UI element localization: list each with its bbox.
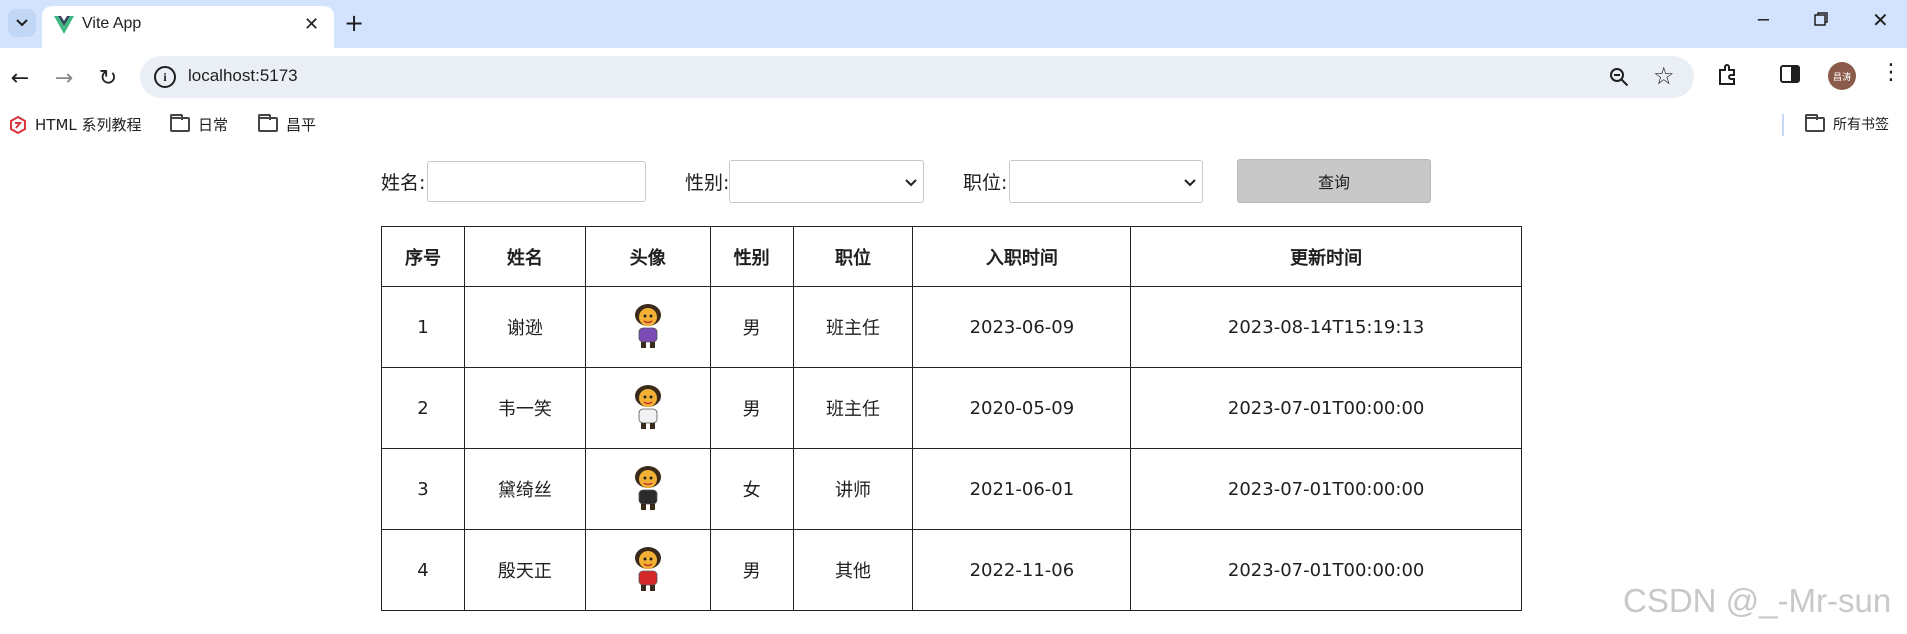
restore-window-icon[interactable] <box>1814 12 1828 26</box>
table-row: 1 谢逊 男班主任 2023-06-09 2023-08-14T15:19:13 <box>381 286 1522 368</box>
reload-button[interactable]: ↻ <box>94 64 122 92</box>
cell-update-time: 2023-07-01T00:00:00 <box>1130 448 1522 530</box>
chevron-down-icon <box>16 19 28 27</box>
name-label: 姓名: <box>381 172 426 194</box>
avatar-image <box>634 303 661 348</box>
tab-close-icon[interactable]: ✕ <box>304 14 319 35</box>
chevron-down-icon <box>905 179 917 187</box>
cell-position: 其他 <box>792 529 914 611</box>
folder-icon <box>170 114 190 132</box>
cell-id: 2 <box>381 367 465 449</box>
cell-update-time: 2023-07-01T00:00:00 <box>1130 367 1522 449</box>
table-header-row: 序号 姓名 头像 性别 职位 入职时间 更新时间 <box>381 226 1522 287</box>
table-row: 2 韦一笑 男班主任 2020-05-09 2023-07-01T00:00:00 <box>381 367 1522 449</box>
bookmarks-divider <box>1782 114 1784 136</box>
cell-gender: 男 <box>709 367 794 449</box>
gender-select[interactable] <box>729 160 924 203</box>
chevron-down-icon <box>1184 179 1196 187</box>
cell-avatar <box>584 448 711 530</box>
browser-tab[interactable]: Vite App ✕ <box>42 6 334 48</box>
forward-button[interactable]: → <box>50 64 78 92</box>
cell-avatar <box>584 286 711 368</box>
cell-entry-date: 2021-06-01 <box>912 448 1132 530</box>
extensions-icon[interactable] <box>1715 62 1741 88</box>
cell-gender: 女 <box>709 448 794 530</box>
tab-search-button[interactable] <box>8 9 36 37</box>
table-body: 1 谢逊男班主任 2023-06-09 2023-08-14T15:19:13 2 韦一笑… <box>381 286 1522 611</box>
cell-id: 1 <box>381 286 465 368</box>
header-id: 序号 <box>381 226 465 287</box>
bookmark-star-icon[interactable]: ☆ <box>1653 62 1675 90</box>
url-text[interactable]: localhost:5173 <box>188 66 298 86</box>
bookmark-label: 日常 <box>198 116 229 134</box>
zoom-icon[interactable] <box>1608 66 1630 88</box>
header-position: 职位 <box>792 226 914 287</box>
cell-id: 3 <box>381 448 465 530</box>
position-select[interactable] <box>1009 160 1203 203</box>
cell-position: 班主任 <box>792 367 914 449</box>
address-bar[interactable]: i localhost:5173 ☆ <box>140 56 1694 98</box>
position-label: 职位: <box>963 172 1008 194</box>
cell-update-time: 2023-07-01T00:00:00 <box>1130 529 1522 611</box>
bookmark-folder-daily[interactable]: 日常 <box>170 114 228 135</box>
side-panel-icon[interactable] <box>1778 62 1802 86</box>
new-tab-button[interactable]: + <box>344 9 364 37</box>
vue-logo-icon <box>54 16 74 34</box>
bookmark-label: 昌平 <box>286 116 317 134</box>
cell-entry-date: 2022-11-06 <box>912 529 1132 611</box>
header-update-time: 更新时间 <box>1130 226 1522 287</box>
profile-avatar[interactable]: 昌涛 <box>1828 62 1856 90</box>
back-button[interactable]: ← <box>6 64 34 92</box>
header-avatar: 头像 <box>584 226 711 287</box>
all-bookmarks-label: 所有书签 <box>1833 117 1889 133</box>
close-window-button[interactable]: ✕ <box>1872 8 1889 32</box>
cell-id: 4 <box>381 529 465 611</box>
bookmark-html-tutorial[interactable]: HTML 系列教程 <box>9 114 142 135</box>
cell-position: 讲师 <box>792 448 914 530</box>
gender-label: 性别: <box>685 172 730 194</box>
cell-gender: 男 <box>709 286 794 368</box>
table-row: 3 黛绮丝 女讲师 2021-06-01 2023-07-01T00:00:00 <box>381 448 1522 530</box>
cell-position: 班主任 <box>792 286 914 368</box>
cell-entry-date: 2020-05-09 <box>912 367 1132 449</box>
header-entry-date: 入职时间 <box>912 226 1132 287</box>
cell-avatar <box>584 529 711 611</box>
avatar-image <box>634 546 661 591</box>
cell-name: 谢逊 <box>463 286 586 368</box>
cell-avatar <box>584 367 711 449</box>
folder-icon <box>1805 113 1825 132</box>
cell-name: 韦一笑 <box>463 367 586 449</box>
avatar-image <box>634 384 661 429</box>
all-bookmarks-button[interactable]: 所有书签 <box>1805 113 1889 134</box>
avatar-image <box>634 465 661 510</box>
employee-table: 序号 姓名 头像 性别 职位 入职时间 更新时间 1 谢逊男班主任 2023-06-… <box>381 226 1522 611</box>
table-row: 4 殷天正 男其他 2022-11-06 2023-07-01T00:00:00 <box>381 529 1522 611</box>
cell-entry-date: 2023-06-09 <box>912 286 1132 368</box>
tab-strip: Vite App ✕ + ─ ✕ <box>0 0 1907 48</box>
bookmark-folder-changping[interactable]: 昌平 <box>258 114 316 135</box>
cell-update-time: 2023-08-14T15:19:13 <box>1130 286 1522 368</box>
tab-title: Vite App <box>82 15 142 32</box>
header-name: 姓名 <box>463 226 586 287</box>
header-gender: 性别 <box>709 226 794 287</box>
browser-menu-icon[interactable]: ⋮ <box>1880 60 1902 85</box>
bookmarks-bar: HTML 系列教程 日常 昌平 所有书签 <box>0 106 1907 144</box>
cell-name: 殷天正 <box>463 529 586 611</box>
bookmark-label: HTML 系列教程 <box>35 116 142 134</box>
watermark: CSDN @_-Mr-sun <box>1623 582 1892 619</box>
query-button[interactable]: 查询 <box>1237 159 1431 203</box>
folder-icon <box>258 114 278 132</box>
site-info-icon[interactable]: i <box>154 66 176 88</box>
name-input[interactable] <box>427 161 646 202</box>
cell-gender: 男 <box>709 529 794 611</box>
cell-name: 黛绮丝 <box>463 448 586 530</box>
browser-toolbar: ← → ↻ i localhost:5173 ☆ 昌涛 ⋮ <box>0 48 1907 106</box>
minimize-button[interactable]: ─ <box>1758 10 1769 31</box>
html-tutorial-icon <box>10 115 26 134</box>
